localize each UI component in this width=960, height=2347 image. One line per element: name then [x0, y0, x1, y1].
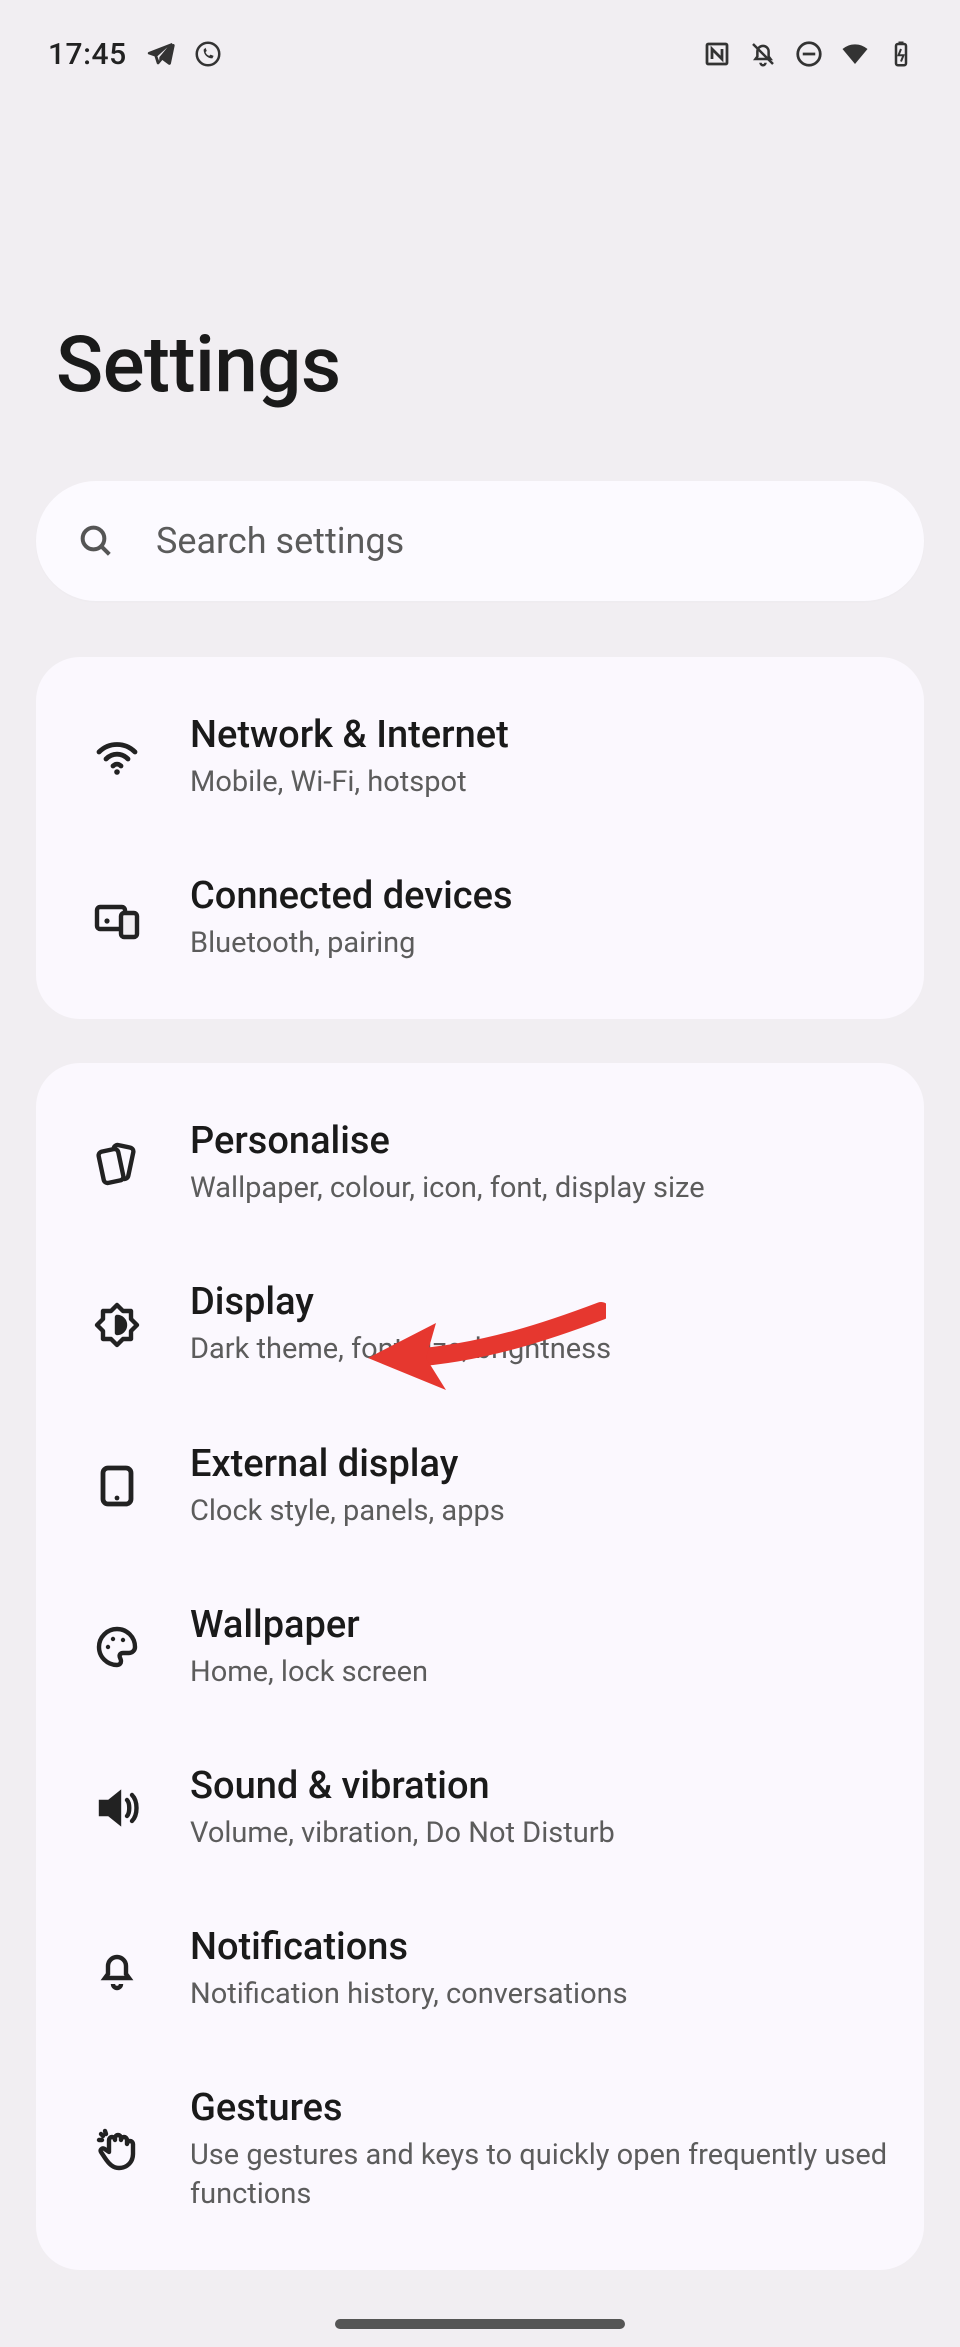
settings-group-device: Personalise Wallpaper, colour, icon, fon…: [36, 1063, 924, 2270]
volume-icon: [80, 1784, 154, 1832]
item-subtitle: Bluetooth, pairing: [190, 924, 888, 963]
item-title: Connected devices: [190, 874, 888, 918]
item-subtitle: Clock style, panels, apps: [190, 1492, 888, 1531]
item-title: Display: [190, 1280, 888, 1324]
page-header: Settings: [0, 80, 960, 481]
personalise-icon: [80, 1140, 154, 1188]
item-title: Sound & vibration: [190, 1764, 888, 1808]
do-not-disturb-icon: [794, 39, 824, 69]
hand-gesture-icon: [80, 2126, 154, 2174]
item-subtitle: Wallpaper, colour, icon, font, display s…: [190, 1169, 888, 1208]
wifi-icon: [840, 39, 870, 69]
bell-icon: [80, 1946, 154, 1994]
item-title: Network & Internet: [190, 713, 888, 757]
item-subtitle: Mobile, Wi-Fi, hotspot: [190, 763, 888, 802]
whatsapp-icon: [193, 39, 223, 69]
item-external-display[interactable]: External display Clock style, panels, ap…: [36, 1406, 924, 1567]
settings-group-connectivity: Network & Internet Mobile, Wi-Fi, hotspo…: [36, 657, 924, 1019]
item-subtitle: Use gestures and keys to quickly open fr…: [190, 2136, 888, 2214]
item-subtitle: Notification history, conversations: [190, 1975, 888, 2014]
dnd-bell-off-icon: [748, 39, 778, 69]
tablet-icon: [80, 1462, 154, 1510]
search-wrap: Search settings: [0, 481, 960, 601]
palette-icon: [80, 1623, 154, 1671]
item-title: Notifications: [190, 1925, 888, 1969]
item-display[interactable]: Display Dark theme, font size, brightnes…: [36, 1244, 924, 1405]
item-connected-devices[interactable]: Connected devices Bluetooth, pairing: [36, 838, 924, 999]
page-title: Settings: [56, 320, 904, 411]
item-sound-vibration[interactable]: Sound & vibration Volume, vibration, Do …: [36, 1728, 924, 1889]
battery-charging-icon: [886, 39, 916, 69]
search-placeholder: Search settings: [156, 520, 404, 562]
devices-icon: [80, 895, 154, 943]
item-title: External display: [190, 1442, 888, 1486]
item-gestures[interactable]: Gestures Use gestures and keys to quickl…: [36, 2050, 924, 2250]
nav-handle[interactable]: [335, 2319, 625, 2329]
nfc-icon: [702, 39, 732, 69]
item-title: Wallpaper: [190, 1603, 888, 1647]
item-subtitle: Dark theme, font size, brightness: [190, 1330, 888, 1369]
search-settings-bar[interactable]: Search settings: [36, 481, 924, 601]
item-wallpaper[interactable]: Wallpaper Home, lock screen: [36, 1567, 924, 1728]
item-network-internet[interactable]: Network & Internet Mobile, Wi-Fi, hotspo…: [36, 677, 924, 838]
telegram-icon: [145, 39, 175, 69]
item-notifications[interactable]: Notifications Notification history, conv…: [36, 1889, 924, 2050]
item-subtitle: Volume, vibration, Do Not Disturb: [190, 1814, 888, 1853]
status-right: [702, 39, 916, 69]
search-icon: [76, 521, 116, 561]
item-title: Gestures: [190, 2086, 888, 2130]
clock-time: 17:45: [48, 37, 127, 72]
item-personalise[interactable]: Personalise Wallpaper, colour, icon, fon…: [36, 1083, 924, 1244]
wifi-icon: [80, 734, 154, 782]
status-left: 17:45: [48, 37, 223, 72]
item-title: Personalise: [190, 1119, 888, 1163]
item-subtitle: Home, lock screen: [190, 1653, 888, 1692]
brightness-icon: [80, 1301, 154, 1349]
status-bar: 17:45: [0, 0, 960, 80]
